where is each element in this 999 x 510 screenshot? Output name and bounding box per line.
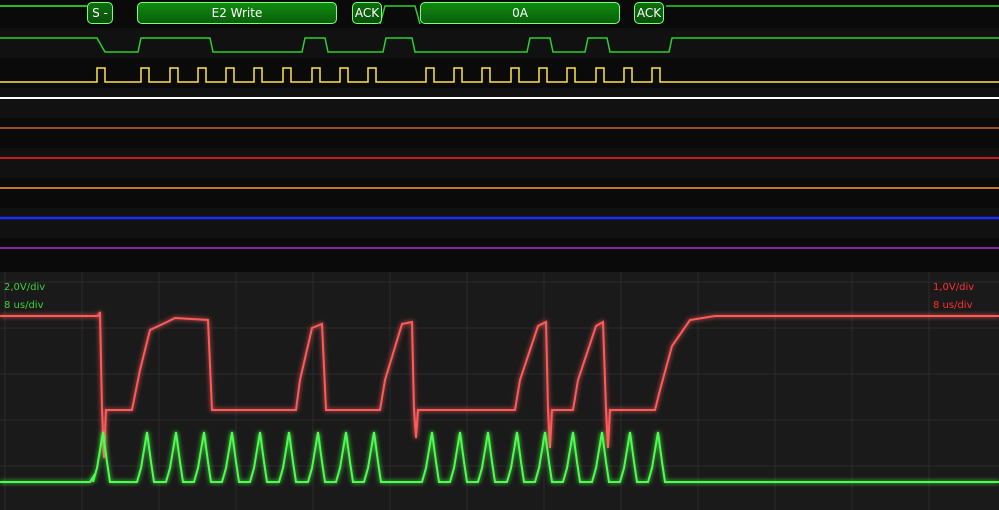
oscilloscope-panel: 2,0V/div 8 us/div 1,0V/div 8 us/div: [0, 272, 999, 510]
left-time-per-div: 8 us/div: [4, 300, 44, 312]
lane-band: [0, 178, 999, 208]
lane-band: [0, 238, 999, 272]
ack-packet[interactable]: ACK: [634, 2, 664, 24]
red-analog-trace: [0, 311, 999, 459]
packet-label: S -: [92, 6, 108, 20]
scope-plot: [0, 272, 999, 510]
address-packet[interactable]: E2 Write: [137, 2, 337, 24]
packet-label: 0A: [512, 6, 528, 20]
lane-band: [0, 88, 999, 118]
left-volts-per-div: 2,0V/div: [4, 282, 45, 294]
packet-label: ACK: [354, 6, 380, 20]
start-packet[interactable]: S -: [87, 2, 113, 24]
right-time-per-div: 8 us/div: [933, 300, 973, 312]
right-volts-per-div: 1,0V/div: [933, 282, 974, 294]
right-volts-label: 1,0V/div: [933, 282, 975, 293]
green-analog-trace: [0, 431, 999, 483]
lane-band: [0, 28, 999, 58]
ack-packet[interactable]: ACK: [352, 2, 382, 24]
data-packet[interactable]: 0A: [420, 2, 620, 24]
lane-band: [0, 208, 999, 238]
right-time-label: 8 us/div: [933, 300, 973, 311]
logic-analyzer-panel: S - E2 Write ACK 0A ACK: [0, 0, 999, 272]
left-volts-label: 2,0V/div: [4, 282, 46, 293]
lane-band: [0, 118, 999, 148]
lane-band: [0, 58, 999, 88]
packet-label: ACK: [636, 6, 662, 20]
packet-label: E2 Write: [211, 6, 263, 20]
lane-band: [0, 148, 999, 178]
logic-traces: [0, 0, 999, 272]
scope-grid: [0, 272, 999, 510]
left-time-label: 8 us/div: [4, 300, 44, 311]
